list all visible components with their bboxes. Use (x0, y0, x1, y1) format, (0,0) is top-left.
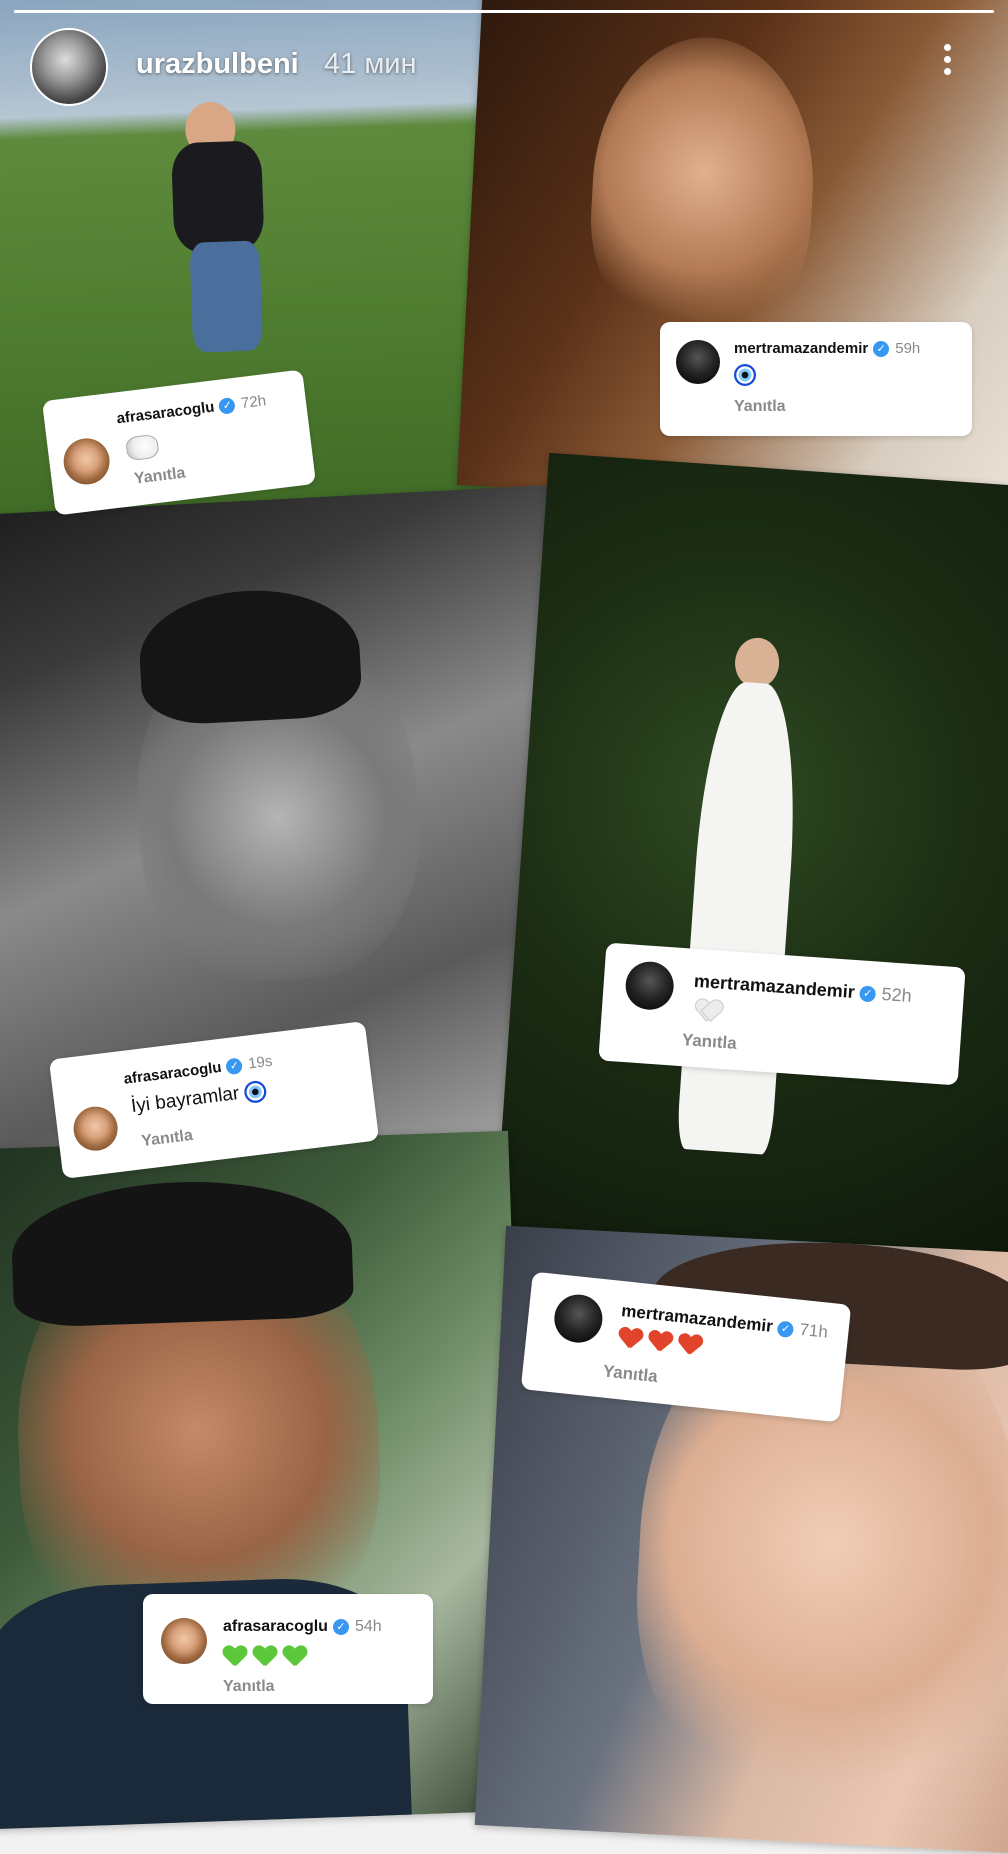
comment-time: 52h (881, 983, 913, 1006)
commenter-name[interactable]: afrasaracoglu (123, 1059, 223, 1088)
sheep-emoji-icon (124, 433, 160, 462)
verified-badge-icon: ✓ (225, 1057, 244, 1076)
comment-card: mertramazandemir ✓ 59h Yanıtla (660, 322, 972, 436)
reply-button[interactable]: Yanıtla (734, 398, 786, 416)
commenter-name[interactable]: mertramazandemir (693, 971, 855, 1002)
green-heart-icon (253, 1646, 277, 1668)
verified-badge-icon: ✓ (859, 985, 877, 1003)
white-heart-icon (695, 999, 720, 1023)
story-username[interactable]: urazbulbeni (136, 48, 299, 81)
green-heart-icon (283, 1646, 307, 1668)
reply-button[interactable]: Yanıtla (140, 1127, 193, 1151)
more-options-icon[interactable] (940, 44, 954, 82)
commenter-avatar[interactable] (161, 1618, 207, 1664)
story-progress-fill (14, 10, 994, 13)
comment-time: 19s (247, 1052, 274, 1073)
reply-button[interactable]: Yanıtla (133, 465, 186, 489)
nazar-amulet-icon (243, 1079, 268, 1105)
heart-on-fire-icon (617, 1327, 643, 1351)
reply-button[interactable]: Yanıtla (681, 1030, 737, 1054)
story-time: 41 мин (324, 48, 417, 80)
photo-forest-man (0, 1130, 532, 1830)
commenter-name[interactable]: afrasaracoglu (223, 1618, 328, 1635)
story-progress-bar (14, 10, 994, 13)
commenter-name[interactable]: afrasaracoglu (116, 398, 216, 427)
heart-on-fire-icon (677, 1333, 703, 1357)
verified-badge-icon: ✓ (873, 341, 890, 358)
verified-badge-icon: ✓ (332, 1618, 349, 1635)
comment-time: 54h (354, 1618, 382, 1635)
commenter-avatar[interactable] (624, 960, 676, 1012)
commenter-avatar[interactable] (60, 435, 113, 488)
nazar-amulet-icon (734, 364, 756, 386)
comment-text: İyi bayramlar (129, 1082, 241, 1118)
story-header: urazbulbeni 41 мин (0, 0, 1008, 110)
photo-white-dress (492, 452, 1008, 1308)
reply-button[interactable]: Yanıtla (223, 1678, 275, 1696)
commenter-avatar[interactable] (676, 340, 720, 384)
verified-badge-icon: ✓ (218, 396, 237, 415)
comment-card: mertramazandemir ✓ 52h Yanıtla (598, 942, 966, 1086)
commenter-name[interactable]: mertramazandemir (734, 340, 868, 357)
green-heart-icon (223, 1646, 247, 1668)
comment-card: afrasaracoglu ✓ 54h Yanıtla (143, 1594, 433, 1704)
comment-time: 71h (798, 1319, 829, 1342)
commenter-avatar[interactable] (71, 1104, 121, 1154)
comment-time: 72h (240, 392, 267, 413)
profile-avatar[interactable] (30, 28, 108, 106)
verified-badge-icon: ✓ (776, 1320, 795, 1338)
comment-time: 59h (895, 340, 921, 357)
reply-button[interactable]: Yanıtla (602, 1362, 658, 1388)
heart-on-fire-icon (647, 1330, 673, 1354)
commenter-avatar[interactable] (552, 1292, 605, 1345)
